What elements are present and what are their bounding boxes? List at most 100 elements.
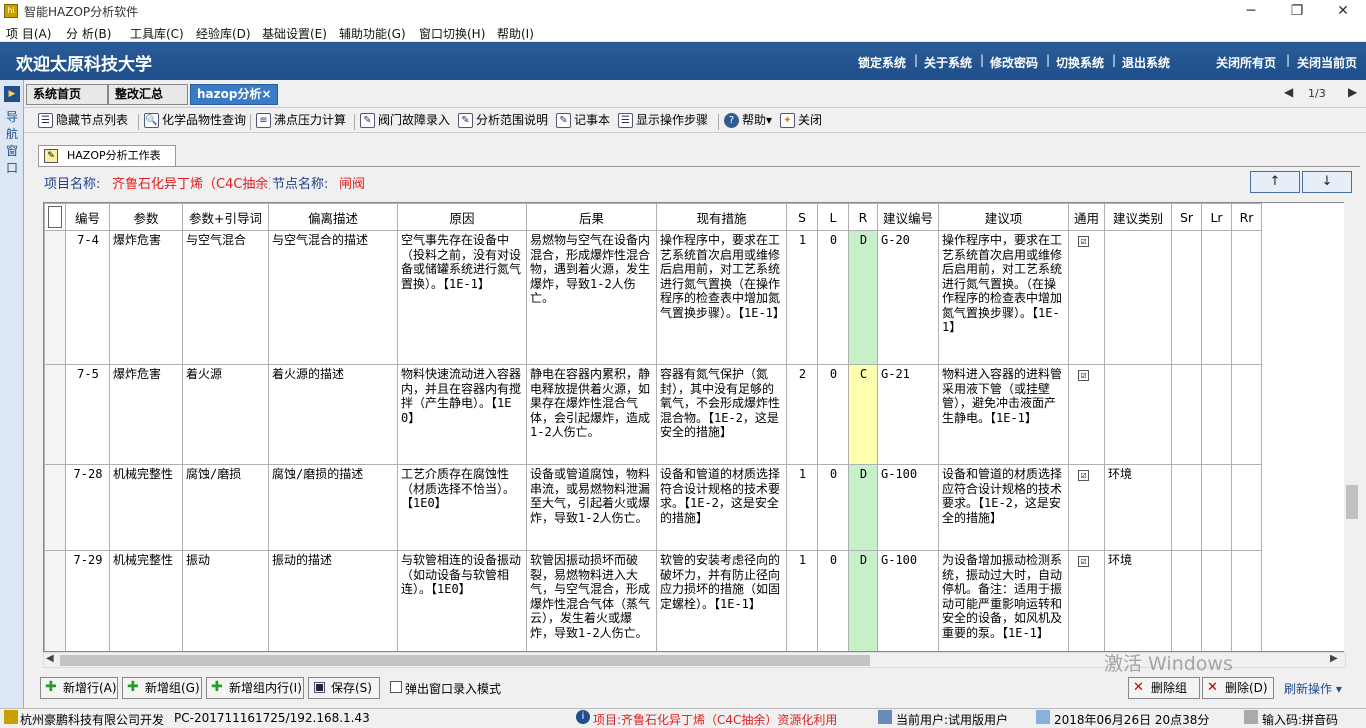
cell-cause[interactable]: 物料快速流动进入容器内，并且在容器内有搅拌（产生静电）。【1E0】 <box>397 364 527 465</box>
header-measures[interactable]: 现有措施 <box>656 203 787 231</box>
help-dropdown-button[interactable]: ? 帮助▾ <box>724 112 772 131</box>
cell-l[interactable]: 0 <box>817 230 849 365</box>
scroll-right-icon[interactable]: ▶ <box>1330 653 1338 664</box>
cell-suggestion-no[interactable]: G-100 <box>877 464 939 551</box>
cell-consequence[interactable]: 软管因振动损坏而破裂，易燃物料进入大气，与空气混合，形成爆炸性混合气体（蒸气云）… <box>526 550 657 651</box>
next-tab-icon[interactable]: ▶ <box>1348 85 1357 99</box>
cell-suggestion[interactable]: 物料进入容器的进料管采用液下管（或挂壁管），避免冲击液面产生静电。【1E-1】 <box>938 364 1069 465</box>
cell-general-checkbox[interactable]: ☑ <box>1068 550 1105 651</box>
cell-r[interactable]: D <box>848 550 878 651</box>
cell-r[interactable]: C <box>848 364 878 465</box>
cell-guide[interactable]: 着火源 <box>182 364 269 465</box>
delete-button[interactable]: ✕ 删除(D) <box>1202 677 1274 699</box>
horizontal-scroll-thumb[interactable] <box>60 655 870 666</box>
cell-deviation[interactable]: 腐蚀/磨损的描述 <box>268 464 398 551</box>
expand-nav-icon[interactable]: ▶ <box>4 86 20 102</box>
tab-close-icon[interactable]: × <box>261 87 271 101</box>
cell-param[interactable]: 爆炸危害 <box>109 364 183 465</box>
row-selector[interactable] <box>44 550 66 651</box>
table-row[interactable]: 7-5 爆炸危害 着火源 着火源的描述 物料快速流动进入容器内，并且在容器内有搅… <box>44 364 1262 465</box>
cell-rr[interactable] <box>1231 550 1262 651</box>
exit-system-link[interactable]: 退出系统 <box>1122 54 1170 71</box>
menu-aux[interactable]: 辅助功能(G) <box>339 25 406 42</box>
hide-node-list-button[interactable]: ☰ 隐藏节点列表 <box>38 112 128 131</box>
cell-suggestion-no[interactable]: G-21 <box>877 364 939 465</box>
cell-l[interactable]: 0 <box>817 464 849 551</box>
header-deviation[interactable]: 偏离描述 <box>268 203 398 231</box>
cell-category[interactable] <box>1104 230 1172 365</box>
header-cause[interactable]: 原因 <box>397 203 527 231</box>
cell-measures[interactable]: 软管的安装考虑径向的破坏力，并有防止径向应力损坏的措施（如固定螺栓）。【1E-1… <box>656 550 787 651</box>
header-param[interactable]: 参数 <box>109 203 183 231</box>
vertical-scrollbar[interactable] <box>1344 202 1360 652</box>
select-all-header[interactable] <box>44 203 66 231</box>
cell-l[interactable]: 0 <box>817 550 849 651</box>
cell-guide[interactable]: 振动 <box>182 550 269 651</box>
cell-param[interactable]: 机械完整性 <box>109 464 183 551</box>
row-selector[interactable] <box>44 464 66 551</box>
cell-deviation[interactable]: 着火源的描述 <box>268 364 398 465</box>
lock-system-link[interactable]: 锁定系统 <box>858 54 906 71</box>
cell-measures[interactable]: 操作程序中，要求在工艺系统首次启用或维修后启用前，对工艺系统进行氮气置换（在操作… <box>656 230 787 365</box>
cell-rr[interactable] <box>1231 364 1262 465</box>
cell-measures[interactable]: 设备和管道的材质选择符合设计规格的技术要求。【1E-2，这是安全的措施】 <box>656 464 787 551</box>
header-consequence[interactable]: 后果 <box>526 203 657 231</box>
cell-param[interactable]: 机械完整性 <box>109 550 183 651</box>
switch-system-link[interactable]: 切换系统 <box>1056 54 1104 71</box>
menu-settings[interactable]: 基础设置(E) <box>262 25 327 42</box>
cell-sr[interactable] <box>1171 364 1202 465</box>
header-sr[interactable]: Sr <box>1171 203 1202 231</box>
cell-suggestion[interactable]: 操作程序中，要求在工艺系统首次启用或维修后启用前，对工艺系统进行氮气置换。（在操… <box>938 230 1069 365</box>
cell-s[interactable]: 1 <box>786 464 818 551</box>
header-id[interactable]: 编号 <box>65 203 110 231</box>
cell-s[interactable]: 1 <box>786 230 818 365</box>
cell-rr[interactable] <box>1231 464 1262 551</box>
cell-suggestion-no[interactable]: G-20 <box>877 230 939 365</box>
cell-param[interactable]: 爆炸危害 <box>109 230 183 365</box>
change-password-link[interactable]: 修改密码 <box>990 54 1038 71</box>
add-group-button[interactable]: ✚ 新增组(G) <box>122 677 202 699</box>
tab-home[interactable]: 系统首页 <box>26 84 108 105</box>
cell-rr[interactable] <box>1231 230 1262 365</box>
menu-project[interactable]: 项 目(A) <box>6 25 51 42</box>
cell-sr[interactable] <box>1171 550 1202 651</box>
cell-cause[interactable]: 空气事先存在设备中（投料之前，没有对设备或储罐系统进行氮气置换）。【1E-1】 <box>397 230 527 365</box>
cell-guide[interactable]: 与空气混合 <box>182 230 269 365</box>
cell-category[interactable]: 环境 <box>1104 464 1172 551</box>
cell-lr[interactable] <box>1201 550 1232 651</box>
analysis-scope-button[interactable]: ✎ 分析范围说明 <box>458 112 548 131</box>
cell-lr[interactable] <box>1201 464 1232 551</box>
checkbox-checked[interactable]: ☑ <box>1078 556 1089 567</box>
prev-tab-icon[interactable]: ◀ <box>1284 85 1293 99</box>
menu-window[interactable]: 窗口切换(H) <box>419 25 485 42</box>
cell-sr[interactable] <box>1171 230 1202 365</box>
checkbox-checked[interactable]: ☑ <box>1078 370 1089 381</box>
show-steps-button[interactable]: ☰ 显示操作步骤 <box>618 112 708 131</box>
cell-deviation[interactable]: 振动的描述 <box>268 550 398 651</box>
cell-sr[interactable] <box>1171 464 1202 551</box>
cell-general-checkbox[interactable]: ☑ <box>1068 230 1105 365</box>
table-row[interactable]: 7-4 爆炸危害 与空气混合 与空气混合的描述 空气事先存在设备中（投料之前，没… <box>44 230 1262 365</box>
checkbox-checked[interactable]: ☑ <box>1078 470 1089 481</box>
cell-r[interactable]: D <box>848 230 878 365</box>
add-row-in-group-button[interactable]: ✚ 新增组内行(I) <box>206 677 304 699</box>
cell-s[interactable]: 1 <box>786 550 818 651</box>
cell-id[interactable]: 7-29 <box>65 550 110 651</box>
move-down-button[interactable]: ↓ <box>1302 171 1352 193</box>
cell-cause[interactable]: 工艺介质存在腐蚀性（材质选择不恰当）。【1E0】 <box>397 464 527 551</box>
header-l[interactable]: L <box>817 203 849 231</box>
tab-hazop[interactable]: hazop分析× <box>190 84 278 105</box>
close-window-button[interactable]: ✕ <box>1320 0 1366 22</box>
cell-suggestion[interactable]: 设备和管道的材质选择应符合设计规格的技术要求。【1E-2，这是安全的措施】 <box>938 464 1069 551</box>
header-guide[interactable]: 参数+引导词 <box>182 203 269 231</box>
add-row-button[interactable]: ✚ 新增行(A) <box>40 677 118 699</box>
cell-suggestion[interactable]: 为设备增加振动检测系统，振动过大时，自动停机。备注：适用于振动可能严重影响运转和… <box>938 550 1069 651</box>
move-up-button[interactable]: ↑ <box>1250 171 1300 193</box>
header-general[interactable]: 通用 <box>1068 203 1105 231</box>
cell-deviation[interactable]: 与空气混合的描述 <box>268 230 398 365</box>
close-current-page-link[interactable]: 关闭当前页 <box>1297 54 1357 71</box>
save-button[interactable]: ▣ 保存(S) <box>308 677 380 699</box>
scroll-left-icon[interactable]: ◀ <box>46 653 54 664</box>
cell-cause[interactable]: 与软管相连的设备振动（如动设备与软管相连）。【1E0】 <box>397 550 527 651</box>
cell-guide[interactable]: 腐蚀/磨损 <box>182 464 269 551</box>
